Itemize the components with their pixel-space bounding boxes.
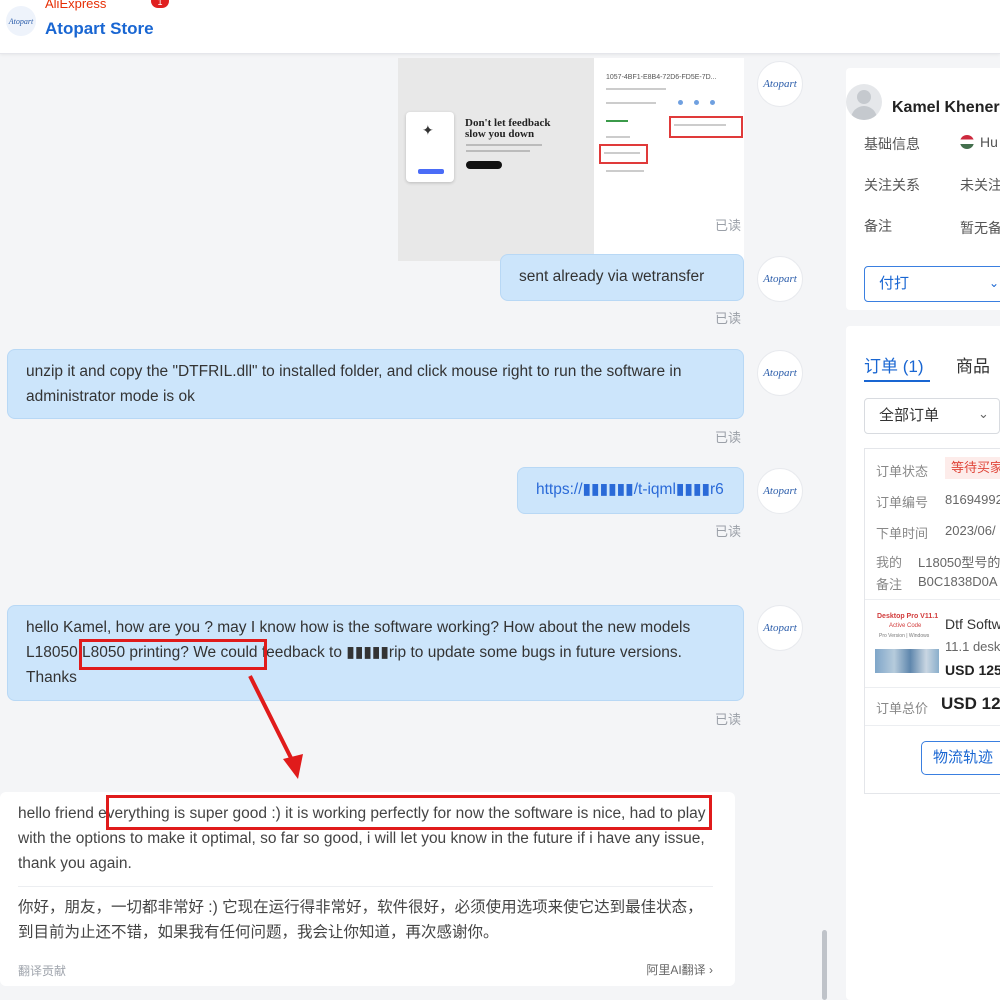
basic-info-country: Hu <box>980 134 998 150</box>
order-remark-line-2: B0C1838D0A <box>918 574 998 589</box>
payment-select-value: 付打 <box>879 275 910 292</box>
product-name[interactable]: Dtf Software <box>945 616 1000 632</box>
product-detail: 11.1 desk <box>945 639 1000 654</box>
order-status-badge: 等待买家 <box>945 457 1000 479</box>
product-thumb-small: Pro Version | Windows <box>879 633 930 639</box>
note-value[interactable]: 暂无备 <box>960 218 1000 238</box>
follow-label: 关注关系 <box>864 177 920 193</box>
order-status-label: 订单状态 <box>876 464 929 479</box>
hungary-flag-icon <box>960 135 974 149</box>
orders-panel: 订单 (1) 商品 全部订单 ⌄ 订单状态 等待买家 订单编号 81694992… <box>846 326 1000 1000</box>
order-time-value: 2023/06/ <box>945 523 996 538</box>
chevron-down-icon: ⌄ <box>978 406 989 421</box>
product-thumb-title: Desktop Pro V11.1 <box>877 613 939 620</box>
payment-select[interactable]: 付打 <box>864 266 1000 302</box>
divider <box>865 687 1000 688</box>
chat-scrollbar[interactable] <box>822 930 827 1000</box>
platform-label: AliExpress <box>45 0 107 11</box>
order-filter-value: 全部订单 <box>879 407 940 424</box>
product-thumbnail[interactable]: Desktop Pro V11.1 Active Code Pro Versio… <box>875 609 941 679</box>
top-bar: Atopart AliExpress Atopart Store 1 <box>0 0 1000 54</box>
order-time-label: 下单时间 <box>876 526 929 541</box>
order-number-label: 订单编号 <box>876 495 929 510</box>
product-image-strip <box>875 649 939 673</box>
chat-panel: ✦ Don't let feedback slow you down 1057-… <box>0 54 830 1000</box>
follow-value: 未关注 <box>960 177 1000 193</box>
order-card[interactable]: 订单状态 等待买家 订单编号 81694992 下单时间 2023/06/ 我的… <box>864 448 1000 794</box>
order-number-value[interactable]: 81694992 <box>945 492 1000 507</box>
notification-badge: 1 <box>151 0 169 8</box>
my-remark-label-2: 备注 <box>876 577 903 592</box>
order-total-value: USD 12 <box>941 694 1000 713</box>
customer-info-panel: Kamel Khener 基础信息 Hu 关注关系 未关注 备注 暂无备 付打 … <box>846 68 1000 310</box>
order-remark-line-1: L18050型号的 <box>918 555 1000 570</box>
note-label: 备注 <box>864 218 892 234</box>
chevron-down-icon: ⌄ <box>989 276 1000 290</box>
customer-avatar <box>846 84 882 120</box>
active-tab-indicator <box>864 380 930 382</box>
basic-info-value: Hu <box>960 134 998 150</box>
logistics-tracking-button[interactable]: 物流轨迹 <box>921 741 1000 775</box>
store-logo[interactable]: Atopart <box>6 6 36 36</box>
order-total-label: 订单总价 <box>876 701 929 716</box>
basic-info-label: 基础信息 <box>864 136 920 152</box>
my-remark-label-1: 我的 <box>876 555 903 570</box>
product-price: USD 125 <box>945 662 1000 678</box>
product-thumb-sub: Active Code <box>889 623 922 629</box>
customer-name: Kamel Khener <box>892 99 1000 116</box>
store-name[interactable]: Atopart Store <box>45 19 154 39</box>
tab-products[interactable]: 商品 <box>956 352 990 377</box>
annotation-arrow-icon <box>248 675 303 779</box>
divider <box>865 599 1000 600</box>
customer-sidebar: Kamel Khener 基础信息 Hu 关注关系 未关注 备注 暂无备 付打 … <box>846 54 1000 1000</box>
divider <box>865 725 1000 726</box>
tab-orders[interactable]: 订单 (1) <box>864 352 924 377</box>
